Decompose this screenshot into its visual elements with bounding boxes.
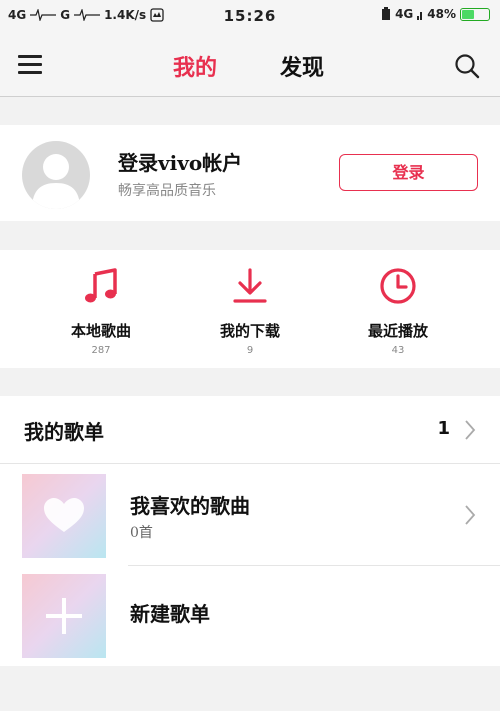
download-icon xyxy=(233,268,267,303)
tab-mine[interactable]: 我的 xyxy=(173,50,217,82)
shortcuts-card: 本地歌曲 287 我的下载 9 最近播放 43 xyxy=(0,250,500,368)
shortcut-count: 43 xyxy=(391,345,405,356)
shortcut-label: 我的下载 xyxy=(219,322,280,340)
plus-icon xyxy=(46,598,82,634)
playlist-header[interactable]: 我的歌单 1 xyxy=(0,396,500,464)
shortcut-label: 本地歌曲 xyxy=(70,322,131,340)
battery-saver-icon xyxy=(382,7,391,20)
battery-icon xyxy=(460,7,490,21)
tab-discover[interactable]: 发现 xyxy=(280,50,324,82)
playlist-card: 我的歌单 1 我喜欢的歌曲 0首 新建歌单 xyxy=(0,396,500,666)
clock-icon xyxy=(380,268,416,304)
playlist-name: 新建歌单 xyxy=(130,602,210,626)
battery-percent: 48% xyxy=(427,7,456,21)
login-card: 登录vivo帐户 畅享高品质音乐 登录 xyxy=(0,125,500,221)
playlist-title: 我的歌单 xyxy=(24,420,104,444)
status-right: 4G 48% xyxy=(381,7,490,21)
shortcut-count: 9 xyxy=(246,345,254,356)
menu-line xyxy=(18,71,42,74)
login-title: 登录vivo帐户 xyxy=(118,151,243,175)
avatar[interactable] xyxy=(22,141,90,209)
menu-line xyxy=(18,63,42,66)
shortcut-local-songs[interactable]: 本地歌曲 287 xyxy=(31,266,171,356)
login-subtitle: 畅享高品质音乐 xyxy=(118,183,216,199)
app-bar: 我的 发现 xyxy=(0,32,500,97)
playlist-item-new[interactable]: 新建歌单 xyxy=(0,566,500,666)
shortcut-downloads[interactable]: 我的下载 9 xyxy=(180,266,320,356)
search-icon[interactable] xyxy=(454,53,480,79)
playlist-count: 1 xyxy=(437,418,450,439)
shortcut-recent[interactable]: 最近播放 43 xyxy=(328,266,468,356)
chevron-right-icon xyxy=(465,420,476,440)
playlist-name: 我喜欢的歌曲 xyxy=(130,494,250,518)
login-button[interactable]: 登录 xyxy=(339,154,478,191)
shortcut-label: 最近播放 xyxy=(367,322,428,340)
playlist-item-liked[interactable]: 我喜欢的歌曲 0首 xyxy=(0,466,500,566)
playlist-cover xyxy=(22,574,106,658)
playlist-song-count: 0首 xyxy=(130,525,153,541)
shortcut-count: 287 xyxy=(91,345,111,356)
network-type: 4G xyxy=(395,7,414,21)
menu-line xyxy=(18,55,42,58)
status-bar: 4G G 1.4K/s 15:26 4G 48% xyxy=(0,0,500,32)
playlist-cover xyxy=(22,474,106,558)
chevron-right-icon xyxy=(465,505,476,525)
signal-bars-icon xyxy=(417,12,423,20)
default-user-icon xyxy=(32,154,80,209)
menu-button[interactable] xyxy=(18,53,44,75)
music-note-icon xyxy=(85,268,117,303)
battery-fill xyxy=(462,9,475,19)
heart-icon xyxy=(44,498,84,532)
